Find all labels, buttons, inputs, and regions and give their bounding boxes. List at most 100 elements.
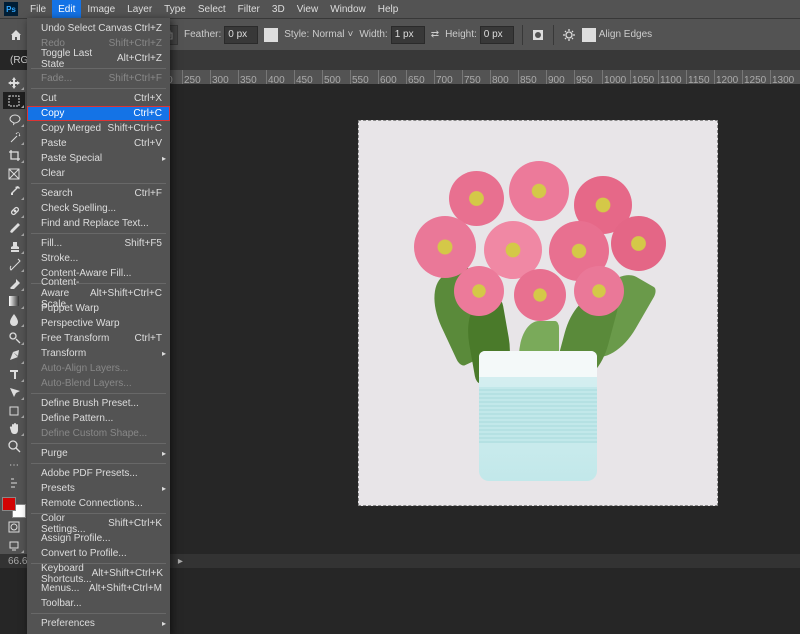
submenu-arrow-icon: ▸ [162, 154, 166, 163]
menu-item-copy[interactable]: CopyCtrl+C [27, 106, 170, 121]
style-label: Style: [284, 29, 309, 40]
pen-tool-icon[interactable] [3, 347, 25, 364]
menu-window[interactable]: Window [324, 0, 372, 18]
menu-item-find-and-replace-text[interactable]: Find and Replace Text... [27, 216, 170, 231]
menu-item-label: Copy [41, 108, 64, 119]
menu-item-check-spelling[interactable]: Check Spelling... [27, 201, 170, 216]
menu-item-label: Copy Merged [41, 123, 101, 134]
menu-item-shortcut: Ctrl+X [134, 93, 162, 104]
feather-input[interactable] [224, 26, 258, 44]
menu-item-shortcut: Shift+F5 [124, 238, 162, 249]
menu-item-label: Preferences [41, 618, 95, 629]
menu-bar: Ps FileEditImageLayerTypeSelectFilter3DV… [0, 0, 800, 18]
menu-item-paste[interactable]: PasteCtrl+V [27, 136, 170, 151]
menu-item-puppet-warp[interactable]: Puppet Warp [27, 301, 170, 316]
menu-item-cut[interactable]: CutCtrl+X [27, 91, 170, 106]
menu-item-transform[interactable]: Transform▸ [27, 346, 170, 361]
menu-item-paste-special[interactable]: Paste Special▸ [27, 151, 170, 166]
mask-mode-icon[interactable] [531, 28, 545, 42]
submenu-arrow-icon: ▸ [162, 349, 166, 358]
menu-item-toolbar[interactable]: Toolbar... [27, 596, 170, 611]
menu-layer[interactable]: Layer [121, 0, 158, 18]
antialias-checkbox[interactable] [264, 28, 278, 42]
menu-item-clear[interactable]: Clear [27, 166, 170, 181]
menu-select[interactable]: Select [192, 0, 232, 18]
menu-view[interactable]: View [291, 0, 325, 18]
document-canvas[interactable] [358, 120, 718, 506]
menu-filter[interactable]: Filter [232, 0, 266, 18]
foreground-color-swatch[interactable] [2, 497, 16, 511]
style-value[interactable]: Normal [312, 29, 344, 40]
zoom-tool-icon[interactable] [3, 438, 25, 455]
gear-icon[interactable] [562, 28, 576, 42]
menu-item-auto-blend-layers: Auto-Blend Layers... [27, 376, 170, 391]
menu-item-auto-align-layers: Auto-Align Layers... [27, 361, 170, 376]
menu-item-search[interactable]: SearchCtrl+F [27, 186, 170, 201]
marquee-tool-icon[interactable] [3, 92, 25, 109]
stamp-tool-icon[interactable] [3, 238, 25, 255]
submenu-arrow-icon: ▸ [162, 449, 166, 458]
eyedropper-tool-icon[interactable] [3, 183, 25, 200]
eraser-tool-icon[interactable] [3, 274, 25, 291]
frame-tool-icon[interactable] [3, 165, 25, 182]
height-input[interactable] [480, 26, 514, 44]
move-tool-icon[interactable] [3, 74, 25, 91]
menu-type[interactable]: Type [158, 0, 192, 18]
menu-item-undo-select-canvas[interactable]: Undo Select CanvasCtrl+Z [27, 21, 170, 36]
history-brush-icon[interactable] [3, 256, 25, 273]
width-input[interactable] [391, 26, 425, 44]
menu-image[interactable]: Image [81, 0, 121, 18]
brush-tool-icon[interactable] [3, 220, 25, 237]
menu-3d[interactable]: 3D [266, 0, 291, 18]
path-tool-icon[interactable] [3, 384, 25, 401]
menu-item-preferences[interactable]: Preferences▸ [27, 616, 170, 631]
menu-help[interactable]: Help [372, 0, 405, 18]
menu-item-copy-merged[interactable]: Copy MergedShift+Ctrl+C [27, 121, 170, 136]
crop-tool-icon[interactable] [3, 147, 25, 164]
menu-item-free-transform[interactable]: Free TransformCtrl+T [27, 331, 170, 346]
hand-tool-icon[interactable] [3, 420, 25, 437]
swap-icon[interactable]: ⇄ [431, 29, 439, 40]
blur-tool-icon[interactable] [3, 311, 25, 328]
shape-tool-icon[interactable] [3, 402, 25, 419]
text-tool-icon[interactable] [3, 366, 25, 383]
dodge-tool-icon[interactable] [3, 329, 25, 346]
menu-edit[interactable]: Edit [52, 0, 81, 18]
screenmode-icon[interactable] [3, 537, 25, 554]
menu-item-label: Check Spelling... [41, 203, 116, 214]
menu-item-purge[interactable]: Purge▸ [27, 446, 170, 461]
menu-item-shortcut: Alt+Shift+Ctrl+K [92, 568, 163, 579]
quickmask-icon[interactable] [3, 519, 25, 536]
menu-item-toggle-last-state[interactable]: Toggle Last StateAlt+Ctrl+Z [27, 51, 170, 66]
menu-item-keyboard-shortcuts[interactable]: Keyboard Shortcuts...Alt+Shift+Ctrl+K [27, 566, 170, 581]
menu-item-assign-profile[interactable]: Assign Profile... [27, 531, 170, 546]
align-edges-checkbox[interactable] [582, 28, 596, 42]
menu-item-stroke[interactable]: Stroke... [27, 251, 170, 266]
menu-item-color-settings[interactable]: Color Settings...Shift+Ctrl+K [27, 516, 170, 531]
chevron-down-icon[interactable]: ˅ [348, 29, 354, 40]
magic-wand-tool-icon[interactable] [3, 129, 25, 146]
menu-item-perspective-warp[interactable]: Perspective Warp [27, 316, 170, 331]
healing-tool-icon[interactable] [3, 202, 25, 219]
edit-toolbar-icon[interactable] [3, 475, 25, 492]
gradient-tool-icon[interactable] [3, 293, 25, 310]
chevron-right-icon[interactable]: ▸ [178, 556, 183, 567]
menu-file[interactable]: File [24, 0, 52, 18]
menu-item-menus[interactable]: Menus...Alt+Shift+Ctrl+M [27, 581, 170, 596]
menu-item-convert-to-profile[interactable]: Convert to Profile... [27, 546, 170, 561]
menu-item-content-aware-scale[interactable]: Content-Aware ScaleAlt+Shift+Ctrl+C [27, 286, 170, 301]
vase-illustration [479, 351, 597, 481]
menu-item-presets[interactable]: Presets▸ [27, 481, 170, 496]
more-tools-icon[interactable]: ⋯ [3, 457, 25, 474]
menu-item-label: Fill... [41, 238, 62, 249]
color-swatches[interactable] [2, 497, 26, 518]
lasso-tool-icon[interactable] [3, 110, 25, 127]
menu-item-define-brush-preset[interactable]: Define Brush Preset... [27, 396, 170, 411]
home-icon[interactable] [6, 25, 26, 45]
menu-item-label: Remote Connections... [41, 498, 143, 509]
menu-item-fade: Fade...Shift+Ctrl+F [27, 71, 170, 86]
menu-item-fill[interactable]: Fill... Shift+F5 [27, 236, 170, 251]
menu-item-adobe-pdf-presets[interactable]: Adobe PDF Presets... [27, 466, 170, 481]
menu-item-define-pattern[interactable]: Define Pattern... [27, 411, 170, 426]
menu-item-remote-connections[interactable]: Remote Connections... [27, 496, 170, 511]
